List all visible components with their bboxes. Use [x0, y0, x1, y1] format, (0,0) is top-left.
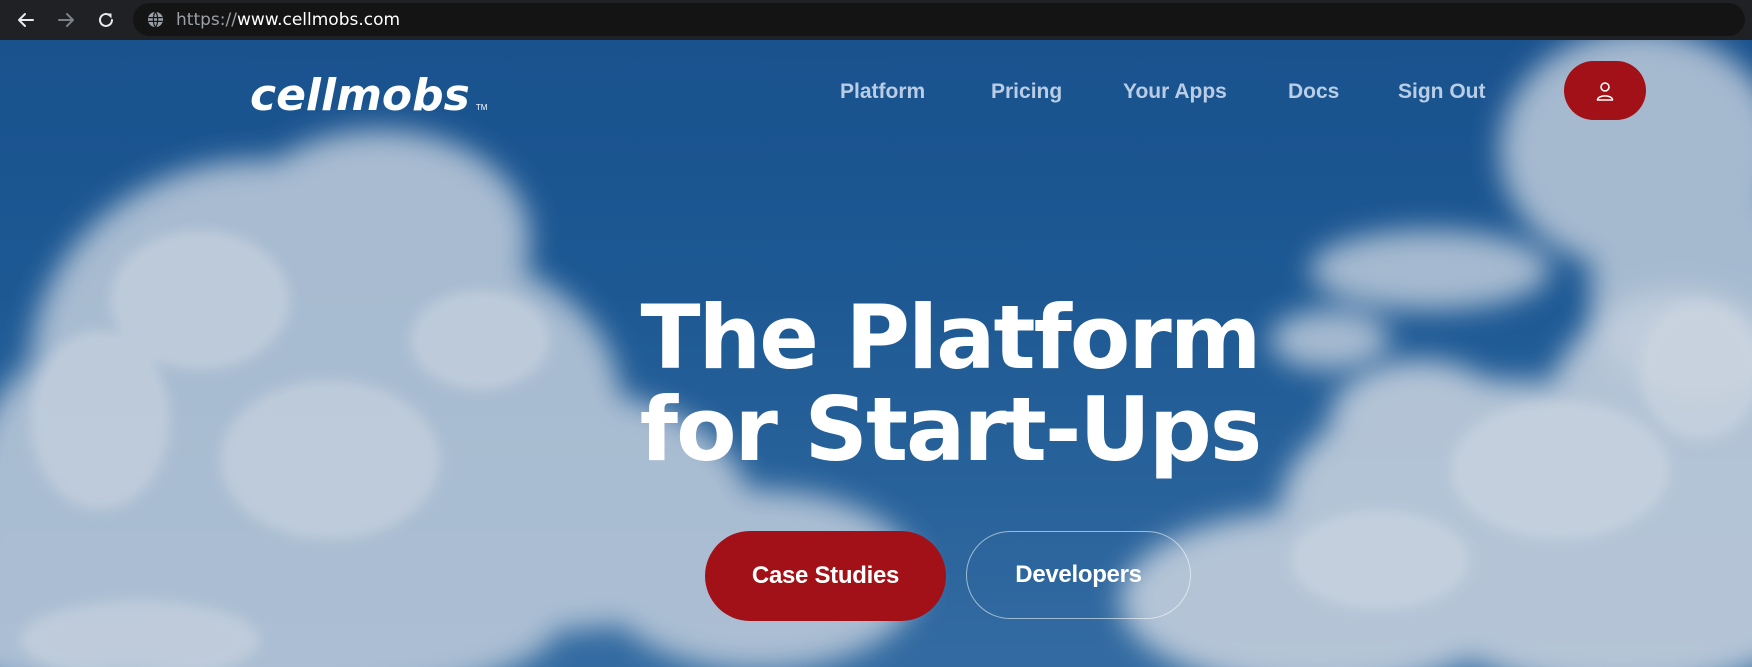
user-account-button[interactable] — [1564, 61, 1646, 120]
nav-docs[interactable]: Docs — [1288, 80, 1339, 104]
user-icon — [1596, 81, 1614, 101]
developers-button[interactable]: Developers — [966, 531, 1191, 619]
forward-button[interactable] — [51, 5, 81, 35]
arrow-left-icon — [18, 13, 34, 27]
url-host: www.cellmobs.com — [236, 10, 401, 30]
hero-headline: The Platform for Start-Ups — [560, 292, 1340, 476]
arrow-right-icon — [58, 13, 74, 27]
back-button[interactable] — [11, 5, 41, 35]
url-scheme: https:// — [176, 10, 237, 30]
hero-section: cellmobs TM Platform Pricing Your Apps Do… — [0, 40, 1752, 667]
case-studies-button[interactable]: Case Studies — [705, 531, 946, 621]
nav-your-apps[interactable]: Your Apps — [1123, 80, 1227, 104]
reload-icon — [99, 12, 113, 27]
globe-icon[interactable] — [147, 11, 164, 28]
logo-text: cellmobs — [250, 70, 470, 121]
nav-sign-out[interactable]: Sign Out — [1398, 80, 1486, 104]
url-text[interactable]: https://www.cellmobs.com — [176, 11, 400, 29]
address-bar[interactable]: https://www.cellmobs.com — [133, 3, 1745, 36]
headline-line-1: The Platform — [640, 286, 1262, 389]
headline-line-2: for Start-Ups — [639, 378, 1262, 481]
reload-button[interactable] — [91, 5, 121, 35]
nav-pricing[interactable]: Pricing — [991, 80, 1062, 104]
logo-trademark: TM — [475, 103, 488, 112]
browser-toolbar: https://www.cellmobs.com — [0, 0, 1752, 40]
nav-platform[interactable]: Platform — [840, 80, 925, 104]
cellmobs-logo[interactable]: cellmobs TM — [250, 70, 487, 130]
